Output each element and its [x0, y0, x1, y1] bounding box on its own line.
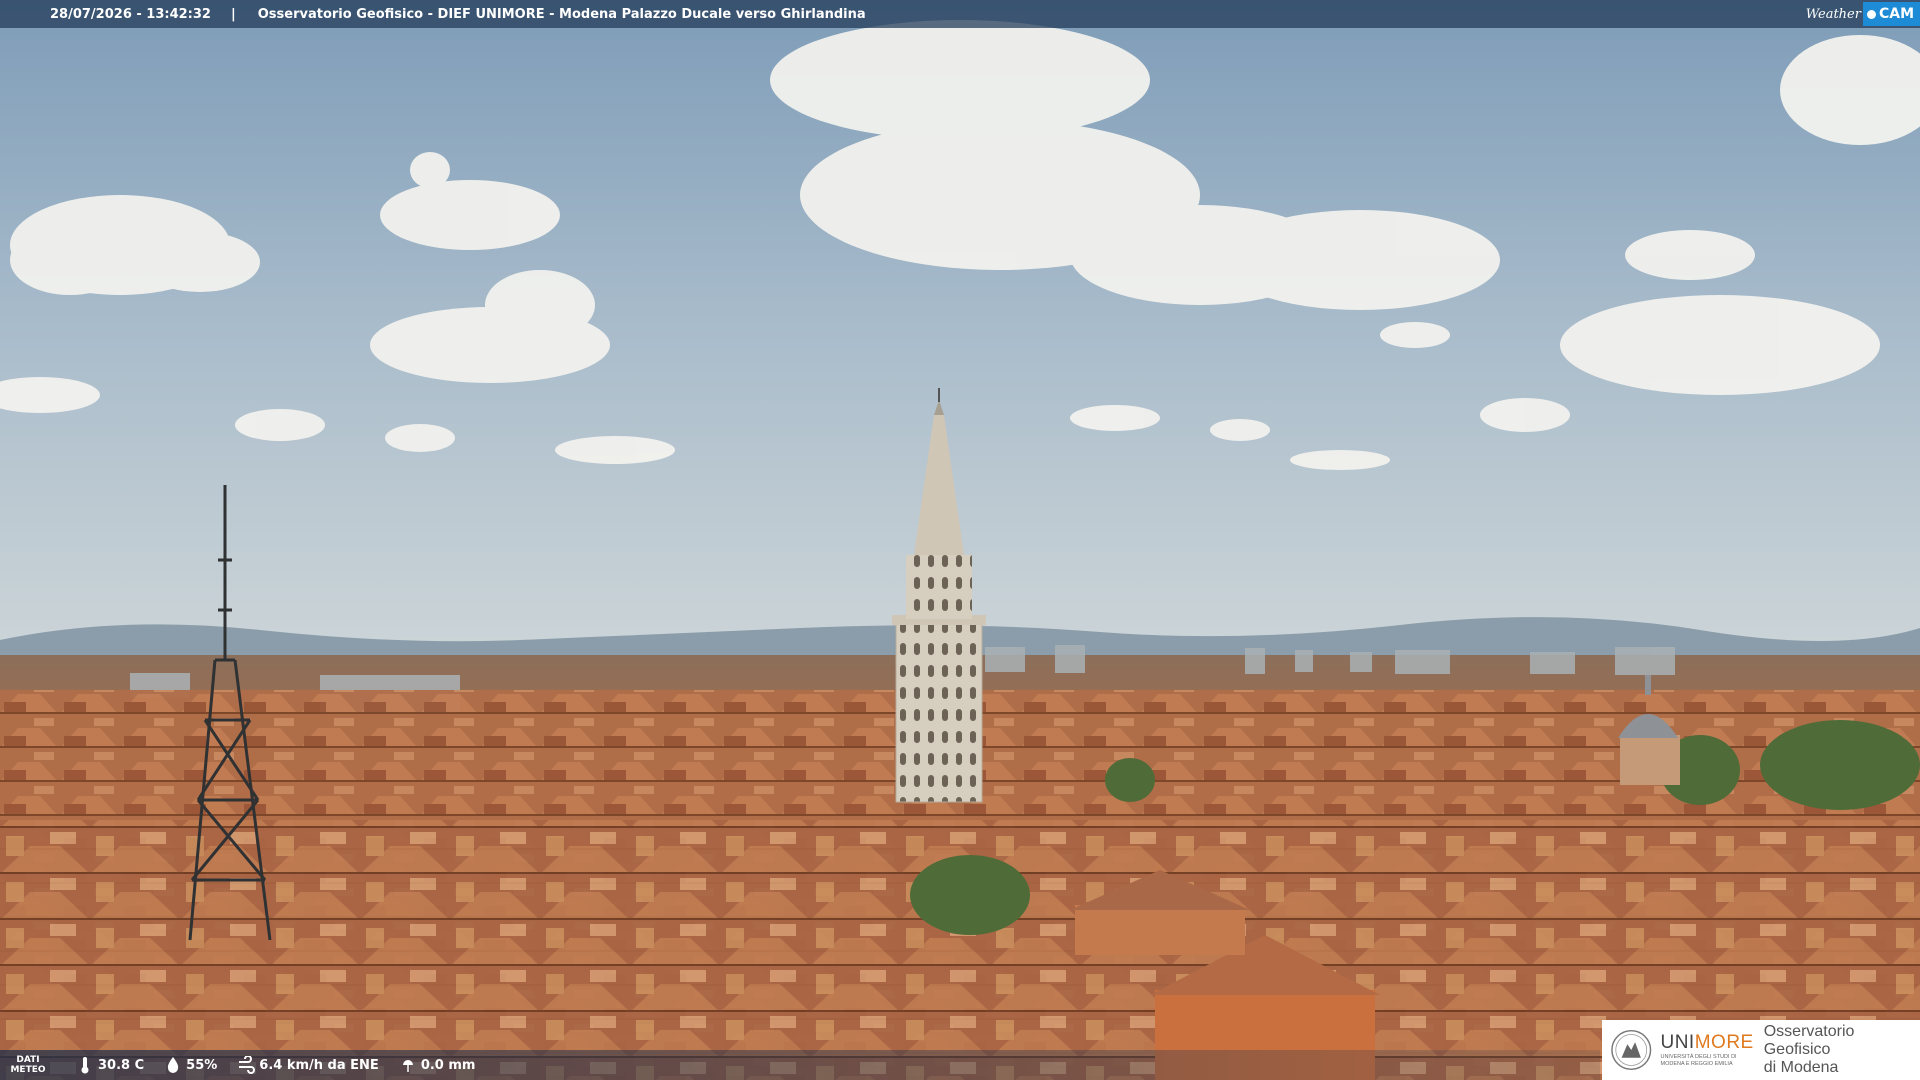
top-overlay-bar: 28/07/2026 - 13:42:32 | Osservatorio Geo… [0, 0, 1920, 28]
camera-title: Osservatorio Geofisico - DIEF UNIMORE - … [257, 6, 866, 22]
rain-icon [402, 1060, 413, 1072]
temperature-reading: 30.8 C [76, 1056, 144, 1074]
unimore-logo-panel: UNIMORE UNIVERSITÀ DEGLI STUDI DI MODENA… [1602, 1020, 1920, 1080]
separator: | [230, 6, 236, 22]
meteo-label: DATI METEO [10, 1055, 46, 1075]
wind-reading: 6.4 km/h da ENE [237, 1056, 379, 1074]
unimore-wordmark: UNIMORE UNIVERSITÀ DEGLI STUDI DI MODENA… [1660, 1032, 1754, 1067]
brand-cam: CAM [1878, 6, 1914, 22]
brand-dot-icon [1866, 9, 1876, 19]
thermometer-icon [81, 1057, 89, 1074]
brand-weather: Weather [1805, 6, 1861, 22]
observatory-name: Osservatorio Geofisico di Modena [1763, 1023, 1855, 1076]
weather-data-bar: DATI METEO 30.8 C 55% 6.4 km/h da ENE 0.… [0, 1050, 1600, 1080]
weathercam-logo: Weather CAM [1800, 0, 1920, 28]
rain-reading: 0.0 mm [399, 1056, 475, 1074]
webcam-photo [0, 0, 1920, 1080]
timestamp: 28/07/2026 - 13:42:32 [50, 6, 211, 22]
humidity-reading: 55% [164, 1056, 217, 1074]
wind-icon [239, 1056, 256, 1074]
humidity-drop-icon [168, 1057, 179, 1073]
university-seal-icon [1611, 1029, 1652, 1071]
